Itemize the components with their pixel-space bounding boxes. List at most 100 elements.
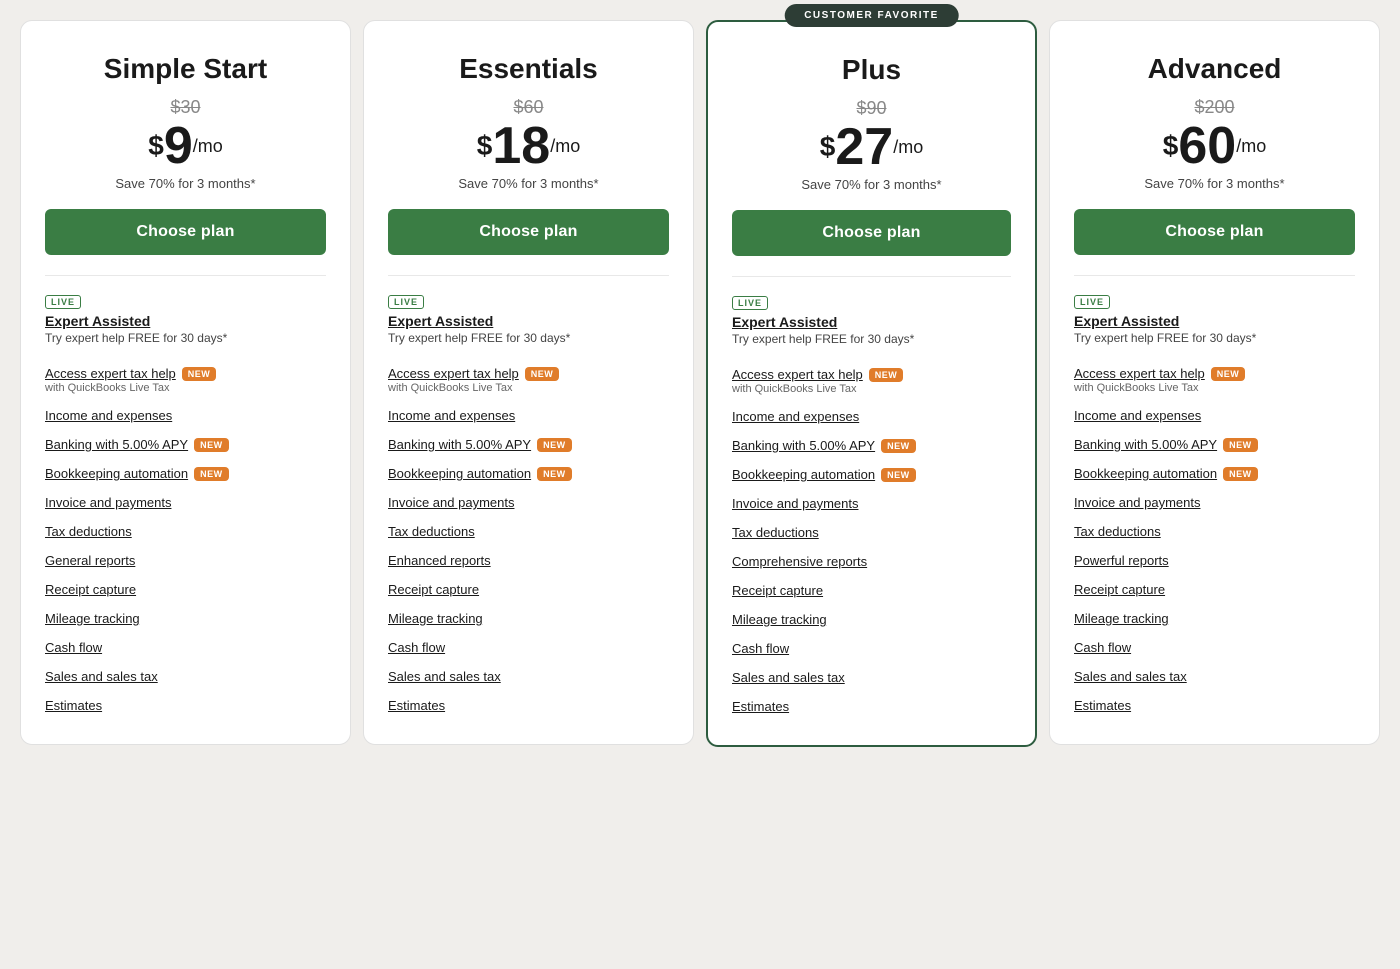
feature-link[interactable]: Mileage tracking [388,611,483,626]
feature-link[interactable]: Powerful reports [1074,553,1169,568]
choose-plan-button[interactable]: Choose plan [45,209,326,255]
original-price: $200 [1074,97,1355,118]
plan-name: Essentials [388,53,669,85]
feature-item: Estimates [732,692,1011,721]
feature-item: Income and expenses [388,401,669,430]
expert-assisted-title[interactable]: Expert Assisted [45,313,326,329]
feature-link[interactable]: General reports [45,553,135,568]
feature-sub: with QuickBooks Live Tax [732,383,903,395]
expert-assisted-title[interactable]: Expert Assisted [732,314,1011,330]
choose-plan-button[interactable]: Choose plan [1074,209,1355,255]
feature-link[interactable]: Sales and sales tax [732,670,845,685]
feature-link[interactable]: Sales and sales tax [45,669,158,684]
feature-item: Mileage tracking [45,604,326,633]
feature-link[interactable]: Sales and sales tax [388,669,501,684]
plan-card-simple-start: Simple Start $30 $9/mo Save 70% for 3 mo… [20,20,351,745]
divider [388,275,669,276]
feature-item: Mileage tracking [1074,604,1355,633]
feature-sub: with QuickBooks Live Tax [45,382,216,394]
feature-link[interactable]: Invoice and payments [388,495,514,510]
feature-link[interactable]: Bookkeeping automation [732,467,875,482]
feature-link[interactable]: Sales and sales tax [1074,669,1187,684]
feature-link[interactable]: Cash flow [1074,640,1131,655]
choose-plan-button[interactable]: Choose plan [388,209,669,255]
feature-link[interactable]: Banking with 5.00% APY [45,437,188,452]
price-suffix: /mo [893,137,923,157]
feature-item: Access expert tax helpNEW with QuickBook… [388,359,669,401]
feature-link[interactable]: Mileage tracking [732,612,827,627]
feature-item: Bookkeeping automationNEW [1074,459,1355,488]
original-price: $90 [732,98,1011,119]
current-price: $60/mo [1074,120,1355,172]
expert-assisted-title[interactable]: Expert Assisted [388,313,669,329]
feature-link[interactable]: Income and expenses [45,408,172,423]
expert-assisted-sub: Try expert help FREE for 30 days* [1074,331,1355,345]
feature-link[interactable]: Banking with 5.00% APY [388,437,531,452]
feature-link[interactable]: Tax deductions [732,525,819,540]
plans-grid: Simple Start $30 $9/mo Save 70% for 3 mo… [20,20,1380,747]
original-price: $60 [388,97,669,118]
feature-link[interactable]: Mileage tracking [45,611,140,626]
feature-link[interactable]: Enhanced reports [388,553,491,568]
feature-item: Mileage tracking [388,604,669,633]
expert-assisted-title[interactable]: Expert Assisted [1074,313,1355,329]
price-suffix: /mo [193,136,223,156]
choose-plan-button[interactable]: Choose plan [732,210,1011,256]
feature-item: Income and expenses [1074,401,1355,430]
plan-name: Simple Start [45,53,326,85]
feature-list: Access expert tax help NEW with QuickBook… [1074,359,1355,720]
price-suffix: /mo [1236,136,1266,156]
feature-item: Invoice and payments [1074,488,1355,517]
price-dollar: $ [1163,130,1179,161]
feature-link[interactable]: Bookkeeping automation [388,466,531,481]
feature-item: Receipt capture [732,576,1011,605]
feature-link[interactable]: Invoice and payments [1074,495,1200,510]
live-badge: LIVE [388,295,424,309]
price-amount: 9 [164,117,193,175]
feature-link[interactable]: Receipt capture [1074,582,1165,597]
feature-link[interactable]: Income and expenses [388,408,515,423]
feature-link[interactable]: Tax deductions [388,524,475,539]
feature-link[interactable]: Access expert tax help [732,367,863,382]
price-suffix: /mo [550,136,580,156]
feature-link[interactable]: Income and expenses [732,409,859,424]
feature-link[interactable]: Access expert tax help [45,366,176,381]
feature-item: Comprehensive reports [732,547,1011,576]
feature-link[interactable]: Access expert tax help [388,366,519,381]
feature-link[interactable]: Tax deductions [45,524,132,539]
feature-link[interactable]: Estimates [388,698,445,713]
feature-link[interactable]: Invoice and payments [45,495,171,510]
feature-link[interactable]: Cash flow [732,641,789,656]
feature-link[interactable]: Banking with 5.00% APY [732,438,875,453]
new-badge: NEW [1211,367,1246,381]
live-badge: LIVE [45,295,81,309]
feature-link[interactable]: Estimates [732,699,789,714]
feature-item: Access expert tax help NEW with QuickBook… [1074,359,1355,401]
feature-item: Invoice and payments [388,488,669,517]
feature-link[interactable]: Mileage tracking [1074,611,1169,626]
feature-link[interactable]: Access expert tax help [1074,366,1205,381]
feature-item: Powerful reports [1074,546,1355,575]
new-badge: NEW [537,438,572,452]
feature-sub: with QuickBooks Live Tax [1074,382,1245,394]
feature-link[interactable]: Bookkeeping automation [45,466,188,481]
feature-link[interactable]: Income and expenses [1074,408,1201,423]
feature-link[interactable]: Estimates [45,698,102,713]
feature-link[interactable]: Receipt capture [732,583,823,598]
feature-link[interactable]: Receipt capture [45,582,136,597]
feature-link[interactable]: Cash flow [45,640,102,655]
feature-link[interactable]: Receipt capture [388,582,479,597]
new-badge: NEW [881,439,916,453]
new-badge: NEW [881,468,916,482]
feature-link[interactable]: Bookkeeping automation [1074,466,1217,481]
price-amount: 60 [1178,117,1236,175]
feature-link[interactable]: Cash flow [388,640,445,655]
feature-link[interactable]: Comprehensive reports [732,554,867,569]
feature-link[interactable]: Invoice and payments [732,496,858,511]
feature-item: Bookkeeping automationNEW [388,459,669,488]
save-text: Save 70% for 3 months* [45,176,326,191]
feature-link[interactable]: Tax deductions [1074,524,1161,539]
feature-link[interactable]: Estimates [1074,698,1131,713]
feature-link[interactable]: Banking with 5.00% APY [1074,437,1217,452]
live-badge: LIVE [732,296,768,310]
